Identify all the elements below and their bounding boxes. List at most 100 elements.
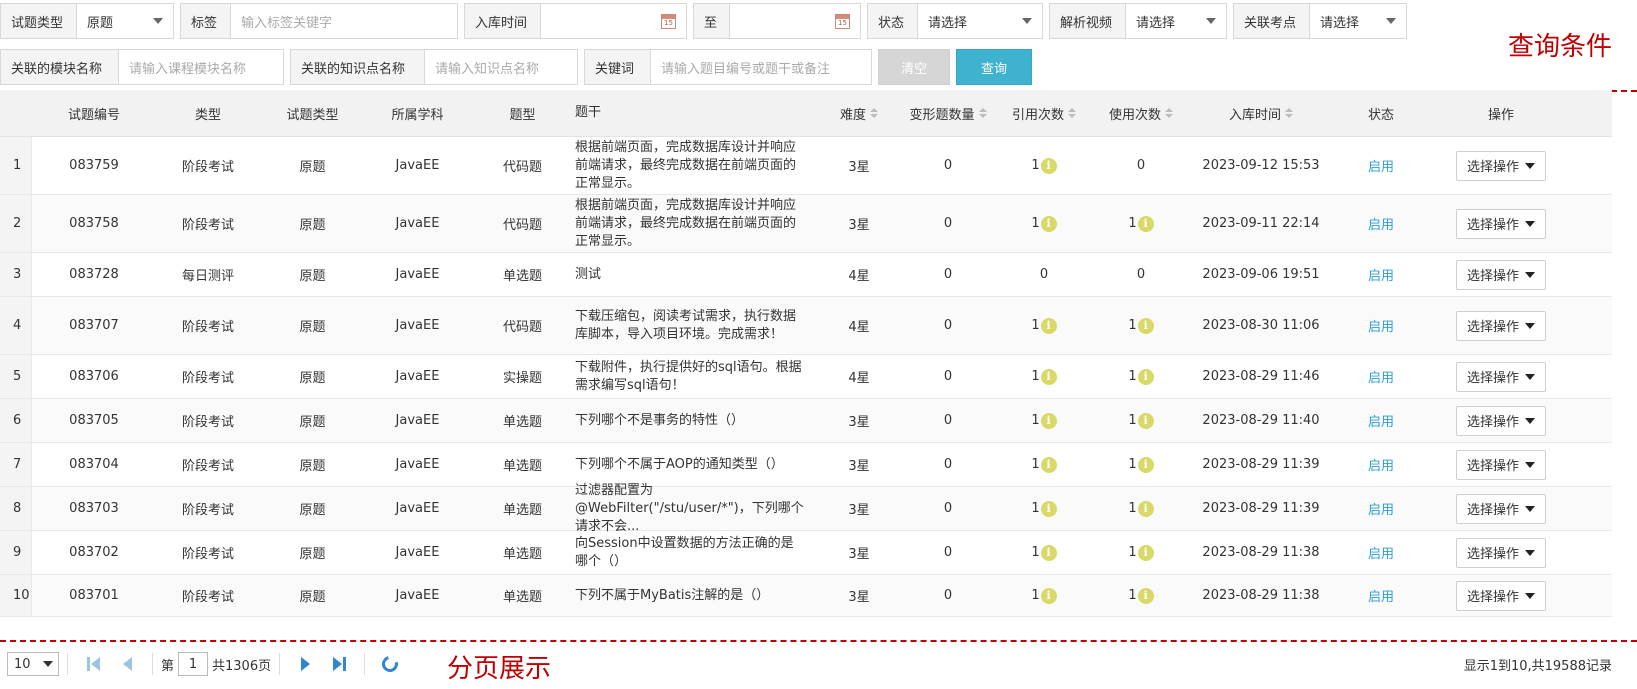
status-badge[interactable]: 启用 xyxy=(1368,455,1394,474)
cell-subject: JavaEE xyxy=(395,158,440,173)
status-badge[interactable]: 启用 xyxy=(1368,214,1394,233)
info-icon[interactable]: i xyxy=(1137,544,1154,561)
cell-variants: 0 xyxy=(943,413,953,428)
cell-use: 1i xyxy=(1096,487,1186,530)
status-select[interactable]: 请选择 xyxy=(918,4,1042,38)
last-page-icon[interactable] xyxy=(328,653,350,675)
divider xyxy=(279,653,281,675)
info-icon[interactable]: i xyxy=(1137,456,1154,473)
cell-op: 选择操作 xyxy=(1426,531,1576,574)
info-icon[interactable]: i xyxy=(1137,500,1154,517)
cell-status: 启用 xyxy=(1336,487,1426,530)
table-body: 1 083759 阶段考试 原题 JavaEE 代码题 根据前端页面，完成数据库设计并响应前… xyxy=(0,137,1612,617)
info-icon[interactable]: i xyxy=(1040,412,1057,429)
action-dropdown-button[interactable]: 选择操作 xyxy=(1456,405,1546,436)
filter-label: 至 xyxy=(694,4,730,38)
table-row: 7 083704 阶段考试 原题 JavaEE 单选题 下列哪个不属于AOP的通知类型（） 3… xyxy=(0,443,1612,487)
cell-status: 启用 xyxy=(1336,253,1426,296)
info-icon[interactable]: i xyxy=(1137,368,1154,385)
first-page-icon[interactable] xyxy=(82,653,104,675)
sort-icon[interactable] xyxy=(1068,108,1076,118)
table-row: 1 083759 阶段考试 原题 JavaEE 代码题 根据前端页面，完成数据库设计并响应前… xyxy=(0,137,1612,195)
cell-variants: 0 xyxy=(943,369,953,384)
cell-use-value: 1 xyxy=(1128,588,1137,603)
status-badge[interactable]: 启用 xyxy=(1368,316,1394,335)
status-badge[interactable]: 启用 xyxy=(1368,586,1394,605)
header-type: 类型 xyxy=(194,107,221,123)
cell-use: 0 xyxy=(1096,253,1186,296)
next-page-icon[interactable] xyxy=(294,653,316,675)
status-badge[interactable]: 启用 xyxy=(1368,265,1394,284)
date-to-input[interactable]: 15 xyxy=(730,4,860,38)
exam-point-select[interactable]: 请选择 xyxy=(1310,4,1406,38)
clear-button[interactable]: 清空 xyxy=(878,49,950,85)
sort-icon[interactable] xyxy=(1165,108,1173,118)
knowledge-input[interactable]: 请输入知识点名称 xyxy=(425,50,577,84)
annotation-query: 查询条件 xyxy=(1508,32,1613,62)
action-dropdown-button[interactable]: 选择操作 xyxy=(1456,493,1546,524)
status-badge[interactable]: 启用 xyxy=(1368,543,1394,562)
chevron-down-icon xyxy=(1022,18,1032,24)
filter-knowledge: 关联的知识点名称 请输入知识点名称 xyxy=(290,49,578,85)
status-badge[interactable]: 启用 xyxy=(1368,411,1394,430)
cell-op: 选择操作 xyxy=(1426,487,1576,530)
header-difficulty[interactable]: 难度 xyxy=(814,90,904,136)
action-dropdown-button[interactable]: 选择操作 xyxy=(1456,449,1546,480)
prev-page-icon[interactable] xyxy=(116,653,138,675)
table-row: 6 083705 阶段考试 原题 JavaEE 单选题 下列哪个不是事务的特性（） 3星 0 1 i… xyxy=(0,399,1612,443)
info-icon[interactable]: i xyxy=(1040,157,1057,174)
keyword-input[interactable]: 请输入题目编号或题干或备注 xyxy=(651,50,871,84)
cell-subject: JavaEE xyxy=(395,545,440,560)
calendar-icon[interactable]: 15 xyxy=(835,13,850,29)
cell-quote: 1i xyxy=(992,195,1096,252)
cell-difficulty: 3星 xyxy=(848,590,870,605)
sort-icon[interactable] xyxy=(1285,108,1293,118)
page-number-input[interactable]: 1 xyxy=(178,652,209,676)
chevron-down-icon xyxy=(1525,549,1535,556)
video-select[interactable]: 请选择 xyxy=(1126,4,1226,38)
question-type-select[interactable]: 原题 xyxy=(77,4,173,38)
header-variants[interactable]: 变形题数量 xyxy=(904,90,992,136)
info-icon[interactable]: i xyxy=(1040,456,1057,473)
module-input[interactable]: 请输入课程模块名称 xyxy=(119,50,283,84)
sort-icon[interactable] xyxy=(870,108,878,118)
sort-icon[interactable] xyxy=(978,108,987,118)
header-use[interactable]: 使用次数 xyxy=(1096,90,1186,136)
tag-input[interactable]: 输入标签关键字 xyxy=(231,4,457,38)
header-time[interactable]: 入库时间 xyxy=(1186,90,1336,136)
action-dropdown-button[interactable]: 选择操作 xyxy=(1456,310,1546,341)
info-icon[interactable]: i xyxy=(1137,412,1154,429)
action-dropdown-button[interactable]: 选择操作 xyxy=(1456,537,1546,568)
row-index: 2 xyxy=(0,195,32,252)
info-icon[interactable]: i xyxy=(1040,544,1057,561)
action-dropdown-button[interactable]: 选择操作 xyxy=(1456,208,1546,239)
action-dropdown-button[interactable]: 选择操作 xyxy=(1456,580,1546,611)
info-icon[interactable]: i xyxy=(1040,368,1057,385)
info-icon[interactable]: i xyxy=(1137,317,1154,334)
table-header: 试题编号 类型 试题类型 所属学科 题型 题干 难度 变形题数量 引用次数 使用… xyxy=(0,90,1612,137)
cell-op: 选择操作 xyxy=(1426,137,1576,194)
query-button[interactable]: 查询 xyxy=(956,49,1032,85)
cell-qtype: 原题 xyxy=(299,590,326,605)
filter-label: 标签 xyxy=(181,4,231,38)
row-index: 10 xyxy=(0,575,32,616)
info-icon[interactable]: i xyxy=(1040,587,1057,604)
info-icon[interactable]: i xyxy=(1040,317,1057,334)
calendar-icon[interactable]: 15 xyxy=(661,13,676,29)
info-icon[interactable]: i xyxy=(1137,215,1154,232)
header-quote[interactable]: 引用次数 xyxy=(992,90,1096,136)
status-badge[interactable]: 启用 xyxy=(1368,367,1394,386)
info-icon[interactable]: i xyxy=(1040,500,1057,517)
cell-qtype: 原题 xyxy=(299,459,326,474)
action-dropdown-button[interactable]: 选择操作 xyxy=(1456,150,1546,181)
status-badge[interactable]: 启用 xyxy=(1368,499,1394,518)
refresh-icon[interactable] xyxy=(379,653,402,675)
action-dropdown-button[interactable]: 选择操作 xyxy=(1456,361,1546,392)
status-badge[interactable]: 启用 xyxy=(1368,156,1394,175)
info-icon[interactable]: i xyxy=(1040,215,1057,232)
info-icon[interactable]: i xyxy=(1137,587,1154,604)
action-dropdown-button[interactable]: 选择操作 xyxy=(1456,259,1546,290)
page-size-select[interactable]: 10 xyxy=(7,652,59,676)
cell-stem: 过滤器配置为@WebFilter("/stu/user/*")，下列哪个请求不会… xyxy=(575,482,804,534)
date-from-input[interactable]: 15 xyxy=(541,4,686,38)
